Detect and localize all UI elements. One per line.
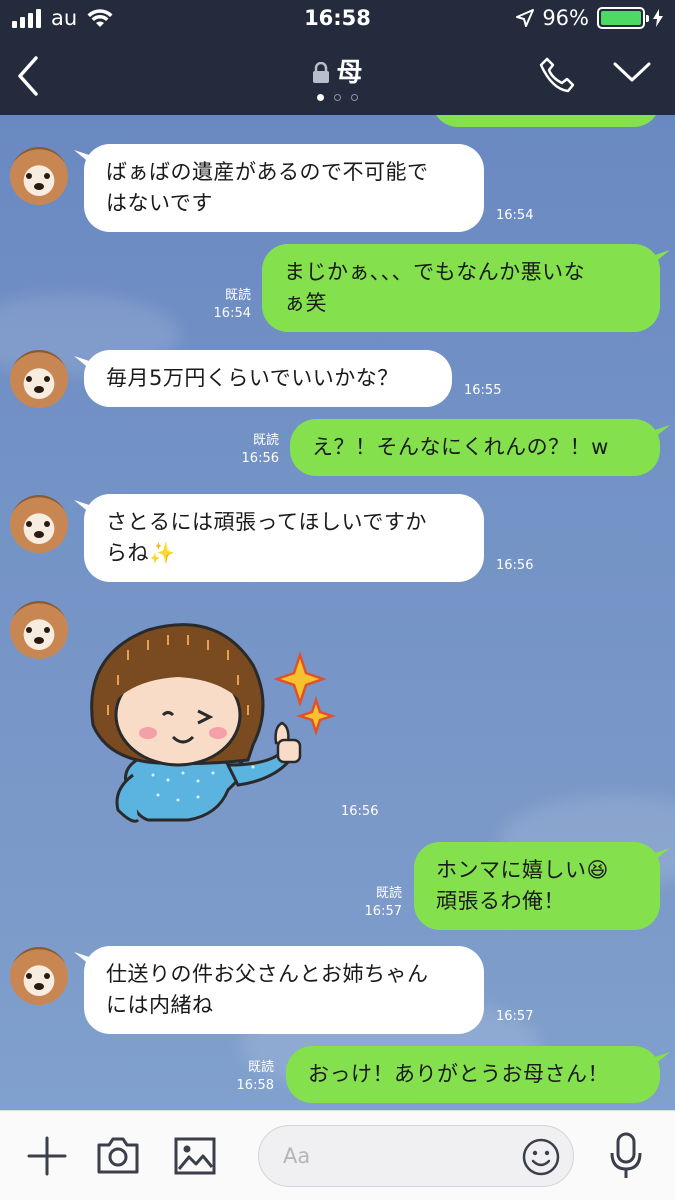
- message-bubble-received[interactable]: さとるには頑張ってほしいですか らね✨: [84, 494, 484, 582]
- status-bar: au 16:58 96%: [0, 0, 675, 38]
- message-text: ぁ笑: [284, 291, 327, 315]
- message-text: え？！そんなにくれんの？！w: [312, 435, 609, 459]
- battery-percent: 96%: [542, 6, 589, 30]
- header: au 16:58 96% 母: [0, 0, 675, 115]
- message-text: ホンマに嬉しい😆: [436, 858, 609, 882]
- emoji-icon[interactable]: [521, 1137, 561, 1177]
- message-time: 16:54: [496, 208, 534, 223]
- page-dots: [0, 94, 675, 101]
- read-receipt: 既読 16:54: [205, 287, 251, 323]
- chevron-down-icon[interactable]: [612, 60, 652, 84]
- message-text: 仕送りの件お父さんとお姉ちゃん: [106, 962, 429, 986]
- avatar[interactable]: [10, 947, 68, 1005]
- battery-icon: [597, 7, 649, 29]
- read-label: 既読: [375, 886, 402, 901]
- message-time: 16:56: [496, 558, 534, 573]
- lock-icon: [313, 62, 330, 83]
- message-bubble-sent[interactable]: おっけ！ありがとうお母さん！: [286, 1046, 660, 1103]
- message-text: らね✨: [106, 541, 176, 565]
- avatar[interactable]: [10, 601, 68, 659]
- read-receipt: 既読 16:56: [233, 432, 279, 468]
- read-receipt: 既読 16:58: [228, 1059, 274, 1095]
- message-input[interactable]: [283, 1126, 513, 1186]
- message-time: 16:58: [236, 1078, 274, 1093]
- message-time: 16:55: [464, 383, 502, 398]
- camera-icon[interactable]: [96, 1135, 140, 1175]
- message-text: はないです: [106, 191, 213, 215]
- input-toolbar: [0, 1110, 675, 1200]
- read-receipt: 既読 16:57: [356, 885, 402, 921]
- plus-icon[interactable]: [26, 1135, 68, 1177]
- message-text: まじかぁ、、、でもなんか悪いな: [284, 260, 586, 284]
- avatar[interactable]: [10, 350, 68, 408]
- message-text: さとるには頑張ってほしいですか: [106, 510, 427, 534]
- nav-bar: 母: [0, 38, 675, 115]
- message-bubble-received[interactable]: ばぁばの遺産があるので不可能で はないです: [84, 144, 484, 232]
- chat-area[interactable]: ばぁばの遺産があるので不可能で はないです 16:54 既読 16:54 まじか…: [0, 115, 675, 1110]
- message-text: 毎月5万円くらいでいいかな？: [106, 366, 399, 390]
- message-time: 16:57: [496, 1009, 534, 1024]
- message-bubble-received[interactable]: 仕送りの件お父さんとお姉ちゃん には内緒ね: [84, 946, 484, 1034]
- message-time: 16:56: [341, 804, 379, 819]
- location-arrow-icon: [516, 9, 535, 27]
- charging-icon: [653, 9, 663, 27]
- read-label: 既読: [224, 288, 251, 303]
- message-text: には内緒ね: [106, 993, 214, 1017]
- previous-message-bubble: [432, 115, 660, 127]
- avatar[interactable]: [10, 495, 68, 553]
- avatar[interactable]: [10, 147, 68, 205]
- message-input-container[interactable]: [258, 1125, 574, 1187]
- read-label: 既読: [247, 1060, 274, 1075]
- message-bubble-received[interactable]: 毎月5万円くらいでいいかな？: [84, 350, 452, 407]
- message-text: 頑張るわ俺！: [436, 889, 565, 913]
- message-time: 16:57: [364, 904, 402, 919]
- message-text: ばぁばの遺産があるので不可能で: [106, 160, 429, 184]
- image-icon[interactable]: [174, 1137, 216, 1175]
- message-bubble-sent[interactable]: え？！そんなにくれんの？！w: [290, 419, 660, 476]
- chat-title-text: 母: [336, 58, 363, 88]
- microphone-icon[interactable]: [608, 1131, 644, 1181]
- message-time: 16:56: [241, 451, 279, 466]
- read-label: 既読: [252, 433, 279, 448]
- message-bubble-sent[interactable]: まじかぁ、、、でもなんか悪いな ぁ笑: [262, 244, 660, 332]
- message-text: おっけ！ありがとうお母さん！: [308, 1062, 609, 1086]
- phone-icon[interactable]: [538, 56, 576, 94]
- message-time: 16:54: [213, 306, 251, 321]
- sticker-girl-thumbs-up[interactable]: [78, 615, 338, 830]
- message-bubble-sent[interactable]: ホンマに嬉しい😆 頑張るわ俺！: [414, 842, 660, 930]
